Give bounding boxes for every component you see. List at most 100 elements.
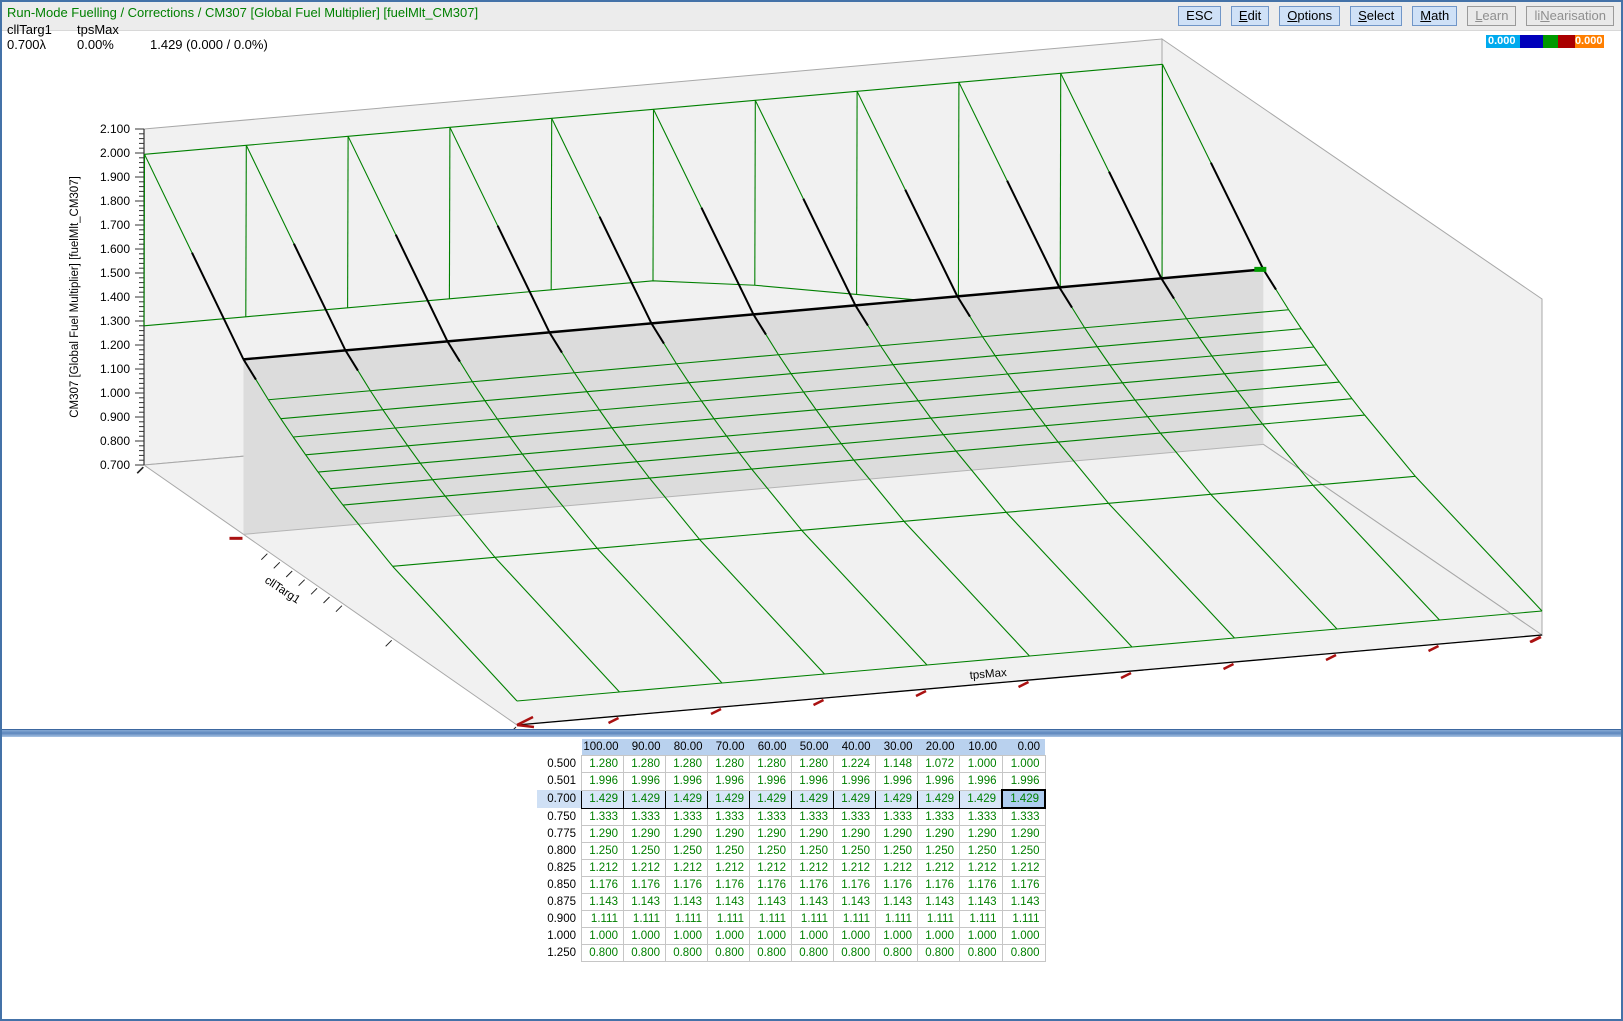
- table-cell[interactable]: 1.333: [1002, 808, 1045, 826]
- table-cell[interactable]: 1.290: [708, 826, 750, 843]
- table-cell[interactable]: 1.429: [960, 790, 1003, 808]
- table-cell[interactable]: 1.111: [960, 911, 1003, 928]
- table-cell[interactable]: 1.111: [834, 911, 876, 928]
- table-cell[interactable]: 1.996: [708, 773, 750, 791]
- table-cell[interactable]: 1.212: [666, 860, 708, 877]
- table-cell[interactable]: 1.212: [960, 860, 1003, 877]
- table-cell[interactable]: 1.280: [582, 756, 624, 773]
- table-cell[interactable]: 1.212: [624, 860, 666, 877]
- table-cell[interactable]: 1.429: [876, 790, 918, 808]
- table-cell[interactable]: 1.290: [834, 826, 876, 843]
- table-cell[interactable]: 1.111: [708, 911, 750, 928]
- table-cell[interactable]: 1.290: [876, 826, 918, 843]
- table-cell[interactable]: 1.290: [918, 826, 960, 843]
- table-cell[interactable]: 0.800: [624, 945, 666, 962]
- table-cell[interactable]: 1.290: [582, 826, 624, 843]
- table-cell[interactable]: 1.176: [750, 877, 792, 894]
- table-cell[interactable]: 1.111: [582, 911, 624, 928]
- table-cell[interactable]: 0.800: [792, 945, 834, 962]
- table-cell[interactable]: 1.176: [960, 877, 1003, 894]
- table-cell[interactable]: 1.176: [918, 877, 960, 894]
- table-cell[interactable]: 1.250: [582, 843, 624, 860]
- table-cell[interactable]: 1.429: [708, 790, 750, 808]
- table-cell[interactable]: 1.333: [624, 808, 666, 826]
- table-cell[interactable]: 1.143: [876, 894, 918, 911]
- table-cell[interactable]: 1.148: [876, 756, 918, 773]
- table-cell[interactable]: 1.996: [1002, 773, 1045, 791]
- table-cell[interactable]: 1.176: [624, 877, 666, 894]
- table-cell[interactable]: 0.800: [708, 945, 750, 962]
- table-cell[interactable]: 1.000: [918, 928, 960, 945]
- table-cell[interactable]: 1.996: [834, 773, 876, 791]
- table-cell[interactable]: 1.000: [1002, 928, 1045, 945]
- table-cell[interactable]: 1.333: [792, 808, 834, 826]
- table-cell[interactable]: 1.250: [624, 843, 666, 860]
- table-cell[interactable]: 1.212: [792, 860, 834, 877]
- table-cell[interactable]: 1.000: [834, 928, 876, 945]
- table-cell[interactable]: 1.280: [708, 756, 750, 773]
- table-cell[interactable]: 1.212: [750, 860, 792, 877]
- table-cell[interactable]: 1.996: [876, 773, 918, 791]
- table-cell[interactable]: 1.996: [582, 773, 624, 791]
- table-cell[interactable]: 1.143: [666, 894, 708, 911]
- table-cell[interactable]: 1.000: [582, 928, 624, 945]
- table-cell[interactable]: 1.072: [918, 756, 960, 773]
- table-cell[interactable]: 1.333: [708, 808, 750, 826]
- table-cell[interactable]: 1.280: [666, 756, 708, 773]
- table-cell[interactable]: 1.111: [666, 911, 708, 928]
- surface-plot[interactable]: 0.7000.8000.9001.0001.1001.2001.3001.400…: [2, 2, 1621, 729]
- table-cell[interactable]: 1.000: [792, 928, 834, 945]
- table-cell[interactable]: 1.000: [624, 928, 666, 945]
- table-cell[interactable]: 1.111: [624, 911, 666, 928]
- table-cell[interactable]: 1.143: [708, 894, 750, 911]
- table-cell[interactable]: 1.280: [792, 756, 834, 773]
- table-cell[interactable]: 1.212: [582, 860, 624, 877]
- table-cell[interactable]: 1.429: [666, 790, 708, 808]
- table-cell[interactable]: 1.333: [834, 808, 876, 826]
- table-cell[interactable]: 1.176: [834, 877, 876, 894]
- table-cell[interactable]: 0.800: [918, 945, 960, 962]
- table-cell[interactable]: 1.176: [666, 877, 708, 894]
- table-cell[interactable]: 1.000: [960, 756, 1003, 773]
- table-cell[interactable]: 1.212: [918, 860, 960, 877]
- table-cell[interactable]: 1.143: [1002, 894, 1045, 911]
- table-cell[interactable]: 1.176: [708, 877, 750, 894]
- table-cell[interactable]: 1.143: [834, 894, 876, 911]
- table-cell[interactable]: 0.800: [750, 945, 792, 962]
- table-cell[interactable]: 1.250: [1002, 843, 1045, 860]
- table-cell[interactable]: 1.280: [750, 756, 792, 773]
- table-cell[interactable]: 1.111: [792, 911, 834, 928]
- table-cell[interactable]: 1.111: [1002, 911, 1045, 928]
- table-cell[interactable]: 1.429: [624, 790, 666, 808]
- table-cell[interactable]: 1.333: [960, 808, 1003, 826]
- table-cell[interactable]: 1.333: [666, 808, 708, 826]
- table-cell[interactable]: 1.996: [666, 773, 708, 791]
- table-cell[interactable]: 1.143: [582, 894, 624, 911]
- table-cell[interactable]: 1.290: [960, 826, 1003, 843]
- table-cell[interactable]: 1.429: [792, 790, 834, 808]
- table-cell[interactable]: 1.111: [918, 911, 960, 928]
- table-cell[interactable]: 0.800: [876, 945, 918, 962]
- table-cell[interactable]: 1.333: [582, 808, 624, 826]
- table-cell[interactable]: 1.996: [960, 773, 1003, 791]
- table-cell[interactable]: 1.996: [624, 773, 666, 791]
- table-cell[interactable]: 1.290: [666, 826, 708, 843]
- table-cell[interactable]: 1.000: [876, 928, 918, 945]
- table-cell[interactable]: 1.111: [750, 911, 792, 928]
- table-cell[interactable]: 0.800: [960, 945, 1003, 962]
- table-cell[interactable]: 1.290: [792, 826, 834, 843]
- table-cell[interactable]: 1.429: [834, 790, 876, 808]
- table-cell[interactable]: 1.290: [624, 826, 666, 843]
- table-cell[interactable]: 1.000: [750, 928, 792, 945]
- table-cell[interactable]: 0.800: [1002, 945, 1045, 962]
- table-cell[interactable]: 1.250: [792, 843, 834, 860]
- table-cell[interactable]: 1.000: [666, 928, 708, 945]
- table-cell[interactable]: 1.333: [750, 808, 792, 826]
- table-cell[interactable]: 1.250: [876, 843, 918, 860]
- table-cell[interactable]: 1.429: [750, 790, 792, 808]
- table-cell[interactable]: 1.143: [918, 894, 960, 911]
- table-cell[interactable]: 1.429: [918, 790, 960, 808]
- splitter-bar[interactable]: [2, 729, 1621, 737]
- table-cell[interactable]: 1.280: [624, 756, 666, 773]
- table-cell[interactable]: 1.212: [1002, 860, 1045, 877]
